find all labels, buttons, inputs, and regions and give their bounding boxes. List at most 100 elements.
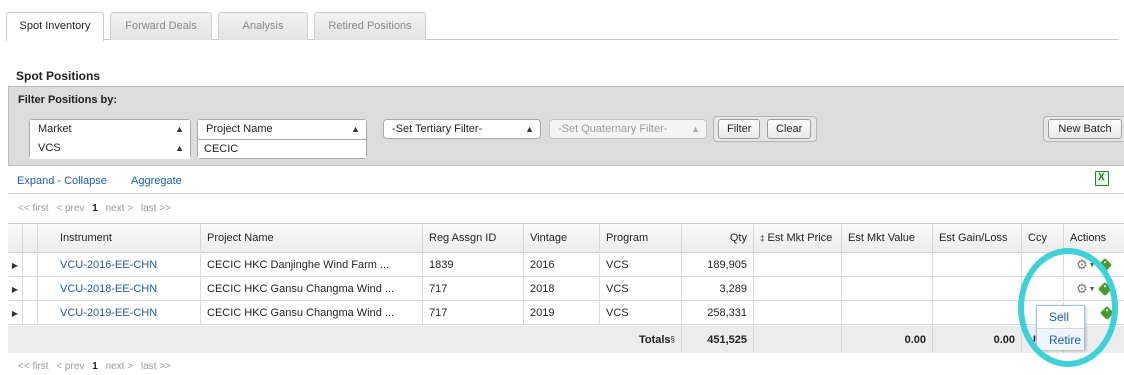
- gear-icon[interactable]: ⚙: [1076, 257, 1088, 273]
- new-batch-group: New Batch: [1043, 116, 1124, 142]
- header-project-name[interactable]: Project Name: [201, 224, 423, 252]
- price-footnote-mark: ‡: [760, 233, 765, 243]
- header-est-gain-loss[interactable]: Est Gain/Loss: [933, 224, 1022, 252]
- header-expand-spacer: [8, 224, 23, 252]
- chevron-updown-icon: ▲: [525, 124, 534, 134]
- expand-collapse-link[interactable]: Expand - Collapse: [17, 175, 107, 187]
- table-header-row: Instrument Project Name Reg Assgn ID Vin…: [8, 224, 1124, 253]
- header-est-mkt-price[interactable]: ‡ Est Mkt Price: [754, 224, 842, 252]
- row-expand-arrow-icon[interactable]: ▶: [8, 302, 23, 324]
- instrument-link[interactable]: VCU-2018-EE-CHN: [38, 278, 201, 300]
- tab-forward-deals[interactable]: Forward Deals: [110, 12, 212, 40]
- totals-value: 0.00: [842, 326, 933, 353]
- instrument-link[interactable]: VCU-2019-EE-CHN: [38, 302, 201, 324]
- actions-cell: ⚙ ▼: [1064, 254, 1124, 276]
- est-mkt-price-cell: [754, 302, 842, 324]
- pager-first[interactable]: << first: [18, 361, 49, 372]
- est-mkt-value-cell: [842, 254, 933, 276]
- est-gain-loss-cell: [933, 302, 1022, 324]
- header-vintage[interactable]: Vintage: [524, 224, 600, 252]
- header-actions: Actions: [1070, 232, 1107, 244]
- qty-cell: 3,289: [682, 278, 754, 300]
- est-mkt-value-cell: [842, 302, 933, 324]
- header-reg-id[interactable]: Reg Assgn ID: [423, 224, 524, 252]
- tab-bar: Spot Inventory Forward Deals Analysis Re…: [6, 12, 1118, 41]
- filter-button-group: Filter Clear: [713, 116, 817, 142]
- caret-down-icon[interactable]: ▼: [1089, 262, 1096, 269]
- pager-prev[interactable]: < prev: [56, 361, 84, 372]
- market-select[interactable]: Market ▲: [30, 120, 190, 140]
- totals-footnote-mark: §: [670, 335, 675, 344]
- ccy-cell: [1022, 254, 1064, 276]
- pager-prev[interactable]: < prev: [56, 203, 84, 214]
- clear-button[interactable]: Clear: [767, 119, 812, 139]
- project-select-label: Project Name: [206, 123, 273, 135]
- project-name-cell: CECIC HKC Gansu Changma Wind ...: [201, 278, 423, 300]
- tertiary-filter-select[interactable]: -Set Tertiary Filter- ▲: [383, 119, 541, 139]
- aggregate-link[interactable]: Aggregate: [131, 175, 182, 187]
- market-filter-group: Market ▲ VCS ▲: [29, 119, 191, 159]
- tab-retired-positions[interactable]: Retired Positions: [314, 12, 426, 40]
- filter-button[interactable]: Filter: [718, 119, 761, 139]
- filter-title: Filter Positions by:: [18, 94, 118, 106]
- qty-cell: 258,331: [682, 302, 754, 324]
- project-name-cell: CECIC HKC Gansu Changma Wind ...: [201, 302, 423, 324]
- pager-top: << first < prev 1 next > last >>: [18, 203, 176, 214]
- est-mkt-price-cell: [754, 254, 842, 276]
- chevron-updown-icon: ▲: [175, 143, 184, 153]
- row-spacer: [23, 254, 38, 276]
- table-row: ▶ VCU-2016-EE-CHN CECIC HKC Danjinghe Wi…: [8, 254, 1124, 277]
- row-action-menu: Sell Retire: [1036, 305, 1085, 350]
- totals-gain-loss: 0.00: [933, 326, 1022, 353]
- project-name-select[interactable]: Project Name ▲: [198, 120, 366, 140]
- est-mkt-price-cell: [754, 278, 842, 300]
- retire-menu-item[interactable]: Retire: [1037, 328, 1084, 350]
- project-name-input[interactable]: CECIC: [198, 140, 366, 158]
- tag-icon[interactable]: [1097, 281, 1112, 297]
- tab-analysis[interactable]: Analysis: [218, 12, 308, 40]
- tag-icon[interactable]: [1099, 305, 1115, 321]
- pager-first[interactable]: << first: [18, 203, 49, 214]
- excel-export-icon[interactable]: [1095, 171, 1109, 186]
- sell-menu-item[interactable]: Sell: [1037, 306, 1084, 328]
- pager-bottom: << first < prev 1 next > last >>: [18, 361, 176, 372]
- chevron-updown-icon: ▲: [351, 124, 360, 134]
- tag-icon[interactable]: [1097, 257, 1112, 273]
- program-cell: VCS: [600, 302, 682, 324]
- project-name-cell: CECIC HKC Danjinghe Wind Farm ...: [201, 254, 423, 276]
- row-expand-arrow-icon[interactable]: ▶: [8, 278, 23, 300]
- vintage-cell: 2019: [524, 302, 600, 324]
- instrument-link[interactable]: VCU-2016-EE-CHN: [38, 254, 201, 276]
- new-batch-button[interactable]: New Batch: [1048, 119, 1122, 139]
- header-instrument[interactable]: Instrument: [38, 224, 201, 252]
- tab-spot-inventory[interactable]: Spot Inventory: [6, 12, 104, 41]
- tertiary-filter-label: -Set Tertiary Filter-: [392, 123, 483, 135]
- pager-next[interactable]: next >: [106, 361, 134, 372]
- gear-icon[interactable]: ⚙: [1076, 281, 1088, 297]
- row-expand-arrow-icon[interactable]: ▶: [8, 254, 23, 276]
- totals-price: [754, 326, 842, 353]
- reg-id-cell: 717: [423, 302, 524, 324]
- row-spacer: [23, 278, 38, 300]
- header-program[interactable]: Program: [600, 224, 682, 252]
- chevron-updown-icon: ▲: [175, 124, 184, 134]
- header-ccy[interactable]: Ccy: [1022, 224, 1064, 252]
- caret-down-icon[interactable]: ▼: [1089, 286, 1096, 293]
- quaternary-filter-label: -Set Quaternary Filter-: [558, 123, 668, 135]
- header-spacer: [23, 224, 38, 252]
- header-est-mkt-value[interactable]: Est Mkt Value: [842, 224, 933, 252]
- reg-id-cell: 1839: [423, 254, 524, 276]
- vintage-cell: 2016: [524, 254, 600, 276]
- header-qty[interactable]: Qty: [682, 224, 754, 252]
- pager-last[interactable]: last >>: [141, 203, 171, 214]
- est-gain-loss-cell: [933, 278, 1022, 300]
- pager-next[interactable]: next >: [106, 203, 134, 214]
- table-row: ▶ VCU-2018-EE-CHN CECIC HKC Gansu Changm…: [8, 278, 1124, 301]
- reg-id-cell: 717: [423, 278, 524, 300]
- pager-last[interactable]: last >>: [141, 361, 171, 372]
- market-value-select[interactable]: VCS ▲: [30, 139, 190, 159]
- market-select-label: Market: [38, 123, 72, 135]
- chevron-updown-icon: ▲: [691, 124, 700, 134]
- quaternary-filter-select: -Set Quaternary Filter- ▲: [549, 119, 707, 139]
- pager-current: 1: [92, 361, 98, 372]
